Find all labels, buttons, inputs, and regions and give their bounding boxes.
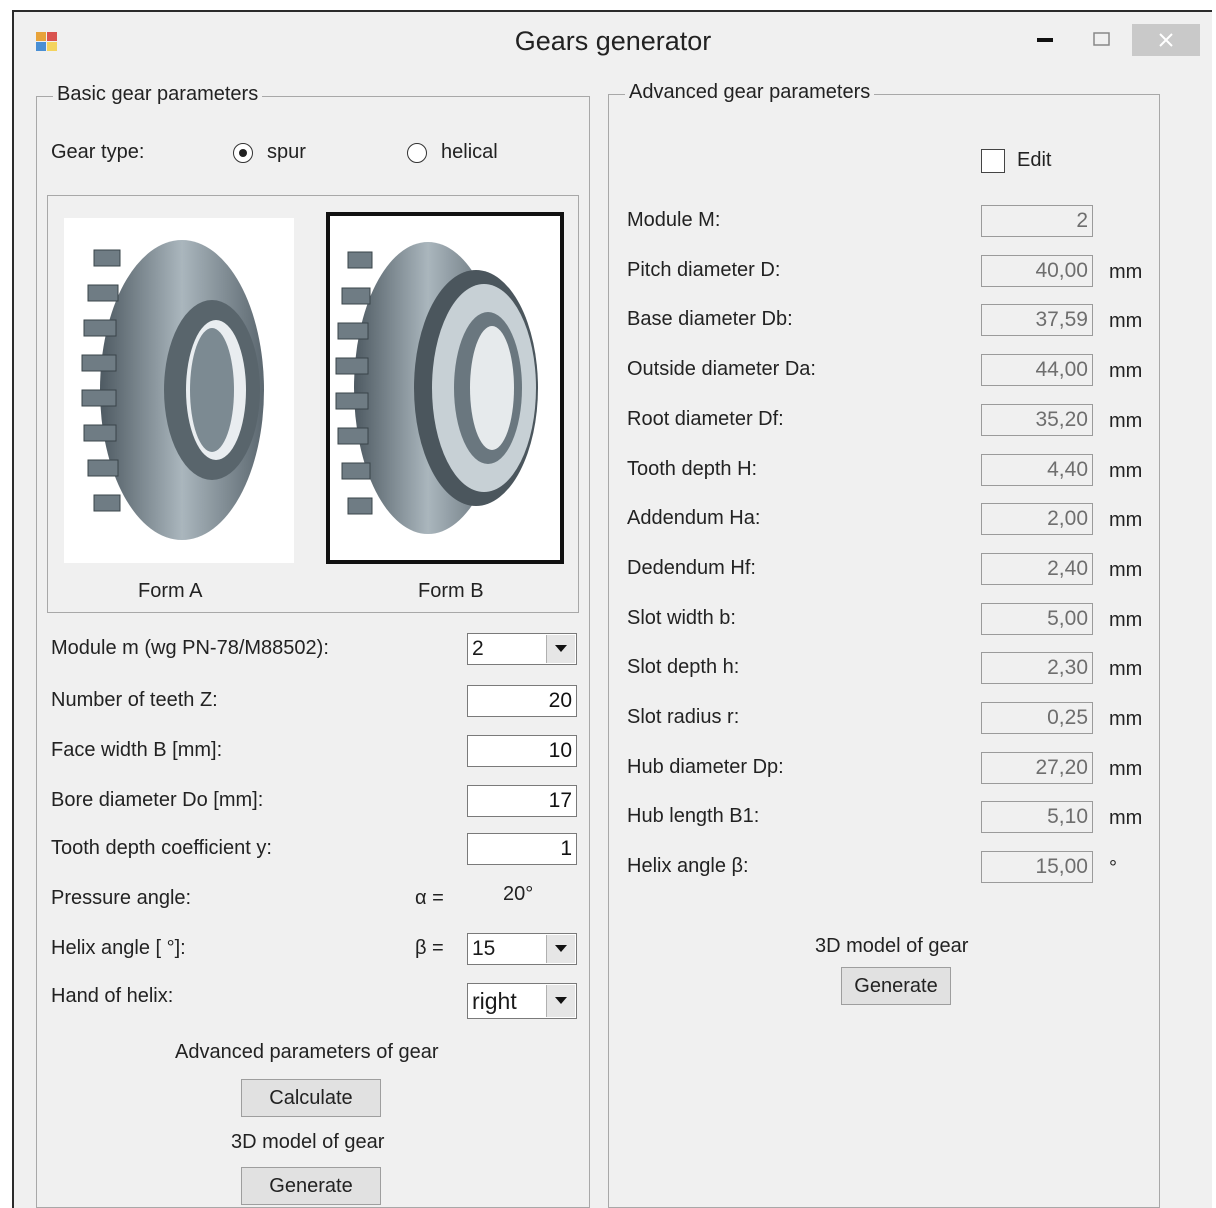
alpha-symbol: α = — [415, 887, 444, 909]
advanced-param-value[interactable]: 2,30 — [981, 652, 1093, 684]
advanced-param-label: Hub length B1: — [627, 805, 760, 827]
advanced-param-value[interactable]: 35,20 — [981, 404, 1093, 436]
hand-of-helix-select[interactable]: right — [467, 983, 577, 1019]
teeth-input[interactable]: 20 — [467, 685, 577, 717]
advanced-param-label: Slot width b: — [627, 607, 736, 629]
advanced-param-value[interactable]: 5,10 — [981, 801, 1093, 833]
close-button[interactable] — [1132, 24, 1200, 56]
tooth-coefficient-label: Tooth depth coefficient y: — [51, 837, 272, 859]
advanced-param-value[interactable]: 15,00 — [981, 851, 1093, 883]
spur-gear-form-a-image — [81, 240, 264, 540]
pressure-angle-label: Pressure angle: — [51, 887, 192, 909]
chevron-down-icon[interactable] — [546, 635, 575, 663]
advanced-param-unit: mm — [1109, 360, 1143, 382]
form-b-label: Form B — [418, 580, 484, 602]
helical-radio[interactable] — [407, 143, 427, 163]
form-a-image[interactable] — [64, 218, 294, 563]
module-select-value: 2 — [472, 637, 484, 660]
gear-type-label: Gear type: — [51, 141, 145, 163]
advanced-param-unit: mm — [1109, 559, 1143, 581]
spur-radio[interactable] — [233, 143, 253, 163]
advanced-param-value[interactable]: 2,00 — [981, 503, 1093, 535]
advanced-param-label: Root diameter Df: — [627, 408, 784, 430]
advanced-param-value[interactable]: 27,20 — [981, 752, 1093, 784]
module-label: Module m (wg PN-78/M88502): — [51, 637, 329, 659]
advanced-param-label: Addendum Ha: — [627, 507, 761, 529]
advanced-param-unit: mm — [1109, 460, 1143, 482]
face-width-label: Face width B [mm]: — [51, 739, 223, 761]
bore-diameter-input[interactable]: 17 — [467, 785, 577, 817]
beta-symbol: β = — [415, 937, 444, 959]
spur-radio-label[interactable]: spur — [267, 141, 306, 164]
close-icon — [1159, 33, 1173, 47]
advanced-param-unit: mm — [1109, 708, 1143, 730]
advanced-generate-button[interactable]: Generate — [841, 967, 951, 1005]
advanced-param-label: Dedendum Hf: — [627, 557, 756, 579]
tooth-coefficient-input[interactable]: 1 — [467, 833, 577, 865]
helix-angle-select-value: 15 — [472, 937, 496, 960]
basic-model-caption: 3D model of gear — [231, 1131, 385, 1153]
advanced-param-label: Slot radius r: — [627, 706, 740, 728]
advanced-param-label: Tooth depth H: — [627, 458, 758, 480]
chevron-down-icon[interactable] — [546, 985, 575, 1017]
minimize-button[interactable] — [1024, 24, 1068, 56]
maximize-button[interactable] — [1080, 24, 1124, 56]
pressure-angle-value: 20° — [503, 883, 534, 905]
advanced-param-value[interactable]: 37,59 — [981, 304, 1093, 336]
gear-form-panel: Form A Form B — [47, 195, 579, 613]
helix-angle-label: Helix angle [ °]: — [51, 937, 186, 959]
advanced-param-value[interactable]: 4,40 — [981, 454, 1093, 486]
advanced-param-unit: mm — [1109, 509, 1143, 531]
advanced-param-unit: mm — [1109, 758, 1143, 780]
form-a-label: Form A — [138, 580, 203, 602]
basic-generate-button[interactable]: Generate — [241, 1167, 381, 1205]
advanced-parameters-group: Advanced gear parameters Edit Module M: 2… — [608, 81, 1160, 1208]
advanced-param-unit: mm — [1109, 310, 1143, 332]
advanced-group-label: Advanced gear parameters — [625, 81, 875, 104]
hand-of-helix-label: Hand of helix: — [51, 985, 174, 1007]
advanced-param-unit: mm — [1109, 609, 1143, 631]
advanced-param-label: Outside diameter Da: — [627, 358, 816, 380]
advanced-param-label: Hub diameter Dp: — [627, 756, 784, 778]
advanced-param-label: Pitch diameter D: — [627, 259, 781, 281]
advanced-param-unit: mm — [1109, 658, 1143, 680]
edit-checkbox[interactable] — [981, 149, 1005, 173]
helix-angle-select[interactable]: 15 — [467, 933, 577, 965]
minimize-icon — [1037, 38, 1053, 42]
form-b-image[interactable] — [326, 212, 564, 564]
advanced-param-value[interactable]: 40,00 — [981, 255, 1093, 287]
advanced-param-unit: mm — [1109, 261, 1143, 283]
advanced-param-label: Module M: — [627, 209, 721, 231]
title-bar: Gears generator — [14, 12, 1212, 76]
module-select[interactable]: 2 — [467, 633, 577, 665]
teeth-label: Number of teeth Z: — [51, 689, 218, 711]
advanced-parameters-caption: Advanced parameters of gear — [175, 1041, 439, 1063]
advanced-param-unit: mm — [1109, 410, 1143, 432]
bore-diameter-label: Bore diameter Do [mm]: — [51, 789, 264, 811]
advanced-param-unit: ° — [1109, 857, 1117, 879]
advanced-param-value[interactable]: 0,25 — [981, 702, 1093, 734]
advanced-param-label: Base diameter Db: — [627, 308, 793, 330]
calculate-button[interactable]: Calculate — [241, 1079, 381, 1117]
face-width-input[interactable]: 10 — [467, 735, 577, 767]
edit-checkbox-label[interactable]: Edit — [1017, 149, 1051, 172]
advanced-param-label: Slot depth h: — [627, 656, 740, 678]
spur-gear-form-b-image — [335, 242, 538, 534]
advanced-param-value[interactable]: 5,00 — [981, 603, 1093, 635]
advanced-param-value[interactable]: 44,00 — [981, 354, 1093, 386]
advanced-param-value[interactable]: 2 — [981, 205, 1093, 237]
advanced-model-caption: 3D model of gear — [815, 935, 969, 957]
advanced-param-unit: mm — [1109, 807, 1143, 829]
basic-parameters-group: Basic gear parameters Gear type: spur he… — [36, 83, 590, 1208]
advanced-param-value[interactable]: 2,40 — [981, 553, 1093, 585]
chevron-down-icon[interactable] — [546, 935, 575, 963]
helical-radio-label[interactable]: helical — [441, 141, 498, 164]
hand-of-helix-select-value: right — [472, 988, 517, 1014]
gears-generator-window: Gears generator Basic gear parameters Ge… — [12, 10, 1212, 1208]
advanced-param-label: Helix angle β: — [627, 855, 749, 877]
maximize-icon — [1093, 32, 1110, 46]
basic-group-label: Basic gear parameters — [53, 83, 263, 106]
